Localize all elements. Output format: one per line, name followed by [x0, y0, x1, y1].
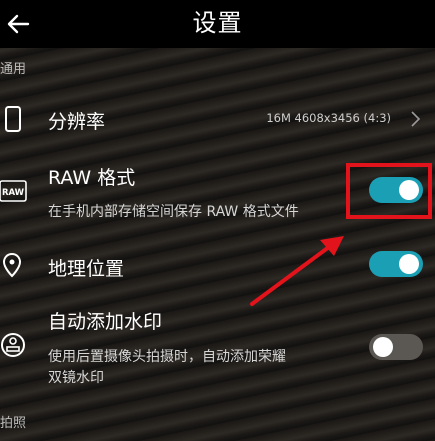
annotation-arrow-icon: [250, 236, 344, 306]
